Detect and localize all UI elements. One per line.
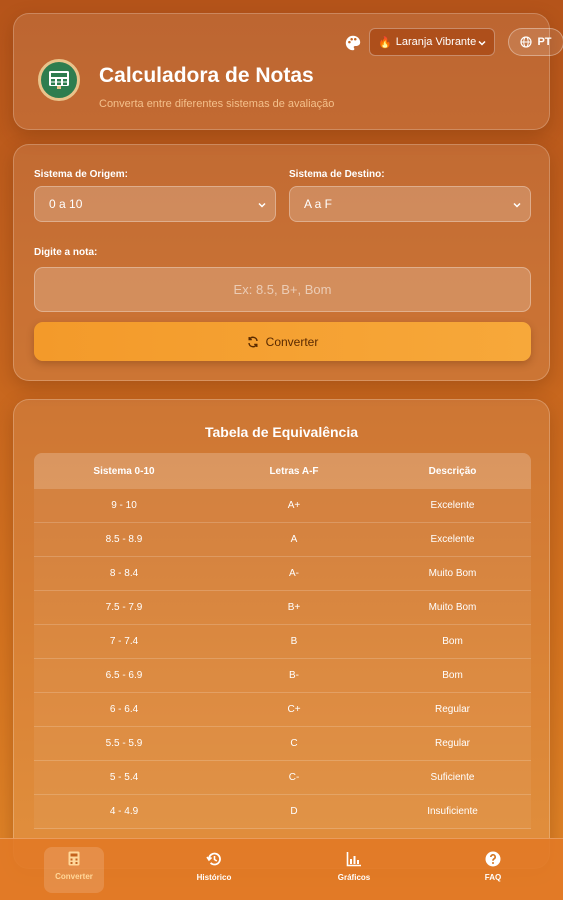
table-cell: 4 - 4.9 [109,806,139,817]
table-cell: 8.5 - 8.9 [105,534,143,545]
table-cell: Muito Bom [428,568,477,579]
question-icon [485,851,501,867]
grade-input-label: Digite a nota: [34,247,98,258]
nav-item-faq[interactable]: FAQ [463,851,523,882]
table-cell: Regular [434,738,471,749]
calculator-board-icon [49,71,69,89]
table-row: 5 - 5.4 C- Suficiente [34,761,531,795]
table-cell: 8 - 8.4 [109,568,139,579]
language-label: PT [537,36,552,48]
table-cell: Excelente [430,534,475,545]
table-cell: Regular [434,704,471,715]
table-cell: B [290,636,298,647]
app-subtitle: Converta entre diferentes sistemas de av… [99,98,335,110]
origin-system-select[interactable]: 0 a 10 [34,186,276,222]
nav-item-charts[interactable]: Gráficos [324,851,384,882]
history-icon [206,852,221,866]
table-cell: 6 - 6.4 [109,704,139,715]
equivalence-table-card: Tabela de Equivalência Sistema 0-10 Letr… [13,399,550,869]
table-title: Tabela de Equivalência [204,424,359,440]
table-cell: A [290,534,298,545]
table-cell: C+ [287,704,301,715]
table-cell: 9 - 10 [111,500,137,511]
theme-select[interactable]: 🔥 Laranja Vibrante [369,28,495,56]
globe-icon [520,36,533,48]
table-cell: Muito Bom [428,602,477,613]
table-header-cell: Sistema 0-10 [93,465,155,477]
target-system-label: Sistema de Destino: [289,169,385,180]
app-title: Calculadora de Notas [99,64,314,87]
table-row: 8 - 8.4 A- Muito Bom [34,557,531,591]
converter-form: Sistema de Origem: 0 a 10 Sistema de Des… [13,144,550,381]
table-cell: 7 - 7.4 [109,636,139,647]
chevron-down-icon [258,202,266,208]
nav-label: Gráficos [337,873,371,882]
calculator-icon [68,851,80,866]
nav-label: Histórico [196,873,232,882]
table-cell: 6.5 - 6.9 [105,670,143,681]
nav-item-converter[interactable]: Converter [44,847,104,893]
table-cell: Bom [442,670,463,681]
chevron-down-icon [513,202,521,208]
table-cell: B+ [287,602,301,613]
table-header-cell: Descrição [428,465,477,477]
table-cell: 5 - 5.4 [109,772,139,783]
theme-select-label: Laranja Vibrante [395,36,477,48]
table-row: 9 - 10 A+ Excelente [34,489,531,523]
convert-button[interactable]: Converter [34,322,531,361]
table-row: 5.5 - 5.9 C Regular [34,727,531,761]
grade-input[interactable]: Ex: 8.5, B+, Bom [34,267,531,312]
nav-item-history[interactable]: Histórico [184,851,244,882]
table-cell: Bom [442,636,463,647]
table-cell: D [290,806,298,817]
table-cell: Excelente [430,500,475,511]
table-row: 7 - 7.4 B Bom [34,625,531,659]
bottom-nav: Converter Histórico Gráficos FAQ [0,838,563,900]
nav-label: Converter [55,872,93,881]
chevron-down-icon [478,40,486,46]
table-cell: Insuficiente [427,806,478,817]
table-cell: C- [288,772,300,783]
table-header-cell: Letras A-F [269,465,319,477]
table-cell: 7.5 - 7.9 [105,602,143,613]
table-cell: 5.5 - 5.9 [105,738,143,749]
language-button[interactable]: PT [508,28,563,56]
table-row: 4 - 4.9 D Insuficiente [34,795,531,829]
table-row: 8.5 - 8.9 A Excelente [34,523,531,557]
target-system-select[interactable]: A a F [289,186,531,222]
table-cell: C [290,738,298,749]
table-cell: A- [289,568,299,579]
chart-icon [346,852,361,867]
table-row: 7.5 - 7.9 B+ Muito Bom [34,591,531,625]
target-system-value: A a F [304,197,333,211]
convert-button-label: Converter [265,334,319,349]
equivalence-table: Sistema 0-10 Letras A-F Descrição 9 - 10… [34,453,531,829]
origin-system-label: Sistema de Origem: [34,169,128,180]
table-cell: A+ [287,500,301,511]
app-logo [38,59,80,101]
table-cell: B- [289,670,299,681]
origin-system-value: 0 a 10 [49,197,83,211]
grade-input-placeholder: Ex: 8.5, B+, Bom [233,282,332,297]
palette-icon[interactable] [344,34,362,52]
table-cell: Suficiente [430,772,475,783]
refresh-icon [247,336,258,347]
table-header-row: Sistema 0-10 Letras A-F Descrição [34,453,531,489]
table-row: 6.5 - 6.9 B- Bom [34,659,531,693]
table-row: 6 - 6.4 C+ Regular [34,693,531,727]
header-card: 🔥 Laranja Vibrante PT Calculadora de Not… [13,13,563,130]
fire-icon: 🔥 [378,36,392,49]
nav-label: FAQ [484,873,502,882]
